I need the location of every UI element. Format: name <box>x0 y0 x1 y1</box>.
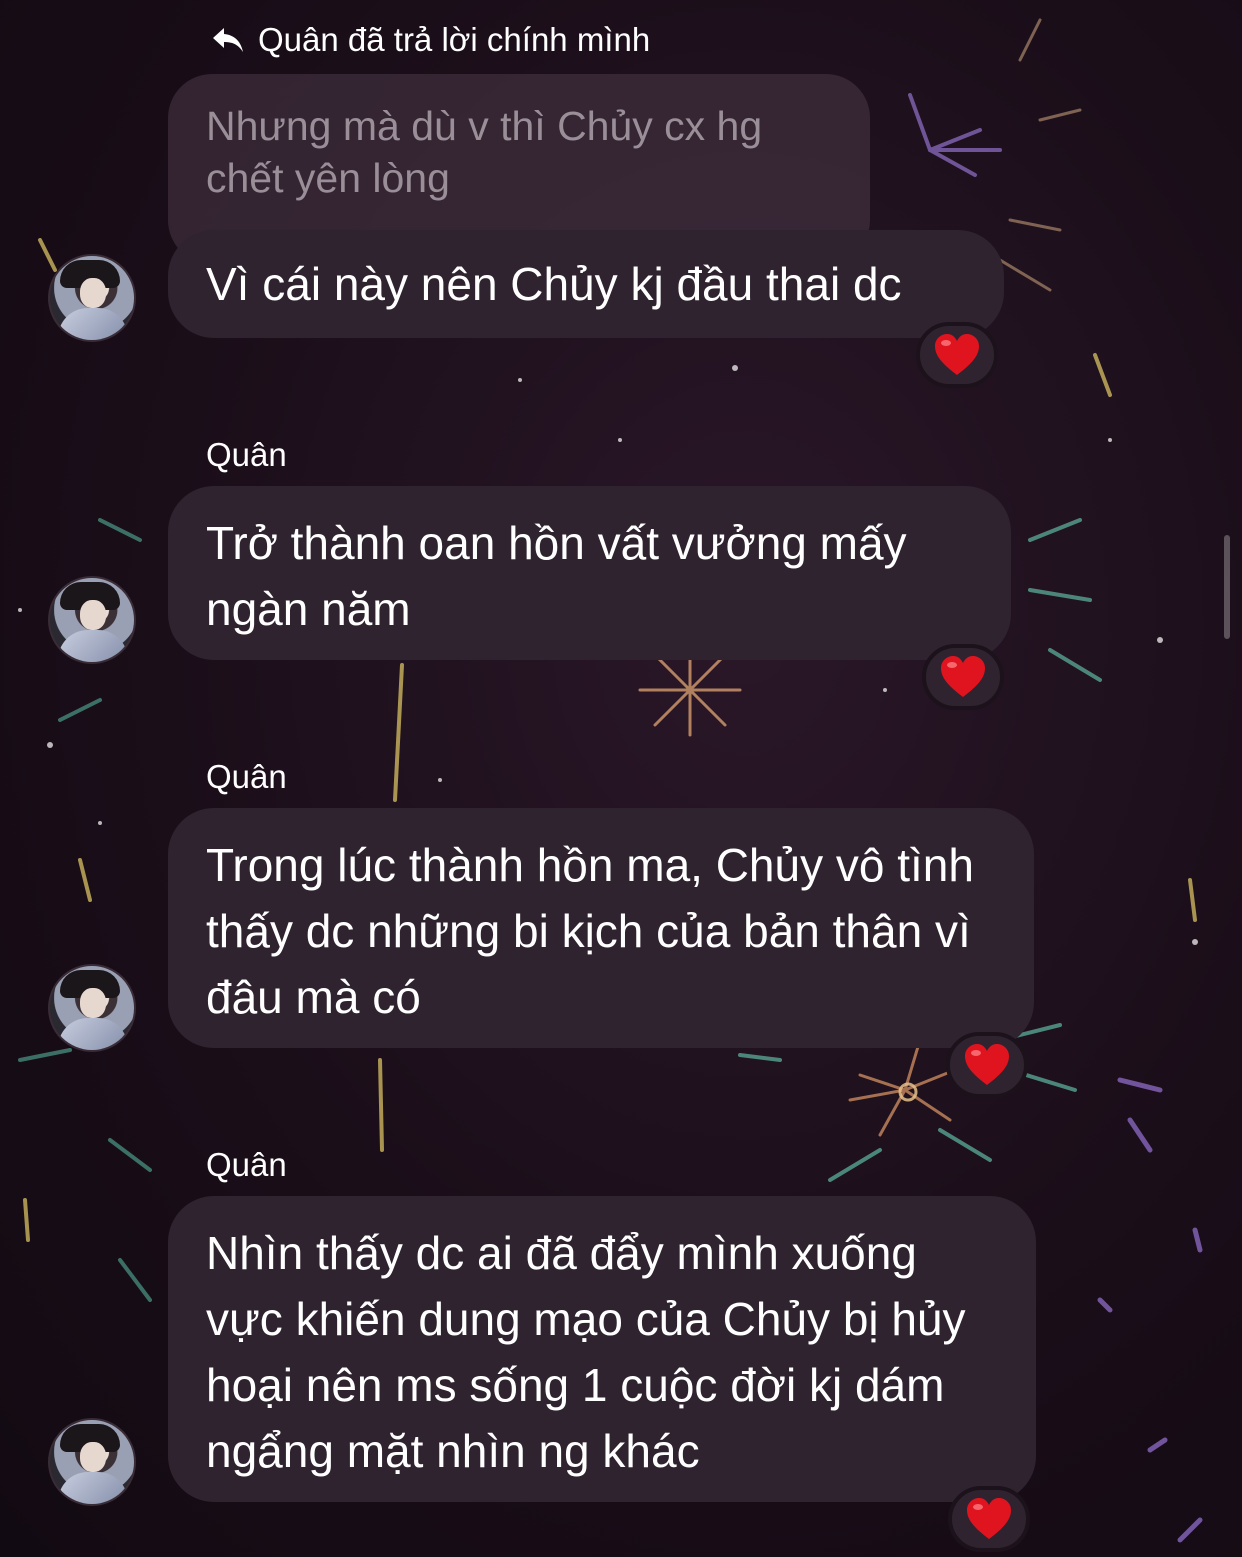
heart-icon <box>941 656 985 697</box>
message-bubble[interactable]: Trở thành oan hồn vất vưởng mấy ngàn năm <box>168 486 1011 660</box>
reaction-badge[interactable] <box>948 1486 1030 1552</box>
reply-arrow-icon <box>210 25 246 55</box>
sender-name: Quân <box>206 758 287 795</box>
heart-icon <box>967 1498 1011 1539</box>
message-text: Trong lúc thành hồn ma, Chủy vô tình thấ… <box>206 839 974 1023</box>
avatar[interactable] <box>48 576 136 664</box>
avatar[interactable] <box>48 254 136 342</box>
message-text: Vì cái này nên Chủy kj đầu thai dc <box>206 258 902 310</box>
message-bubble[interactable]: Nhìn thấy dc ai đã đẩy mình xuống vực kh… <box>168 1196 1036 1502</box>
reply-header-text: Quân đã trả lời chính mình <box>258 21 651 58</box>
message-bubble[interactable]: Trong lúc thành hồn ma, Chủy vô tình thấ… <box>168 808 1034 1048</box>
sender-name: Quân <box>206 436 287 473</box>
reaction-badge[interactable] <box>946 1032 1028 1098</box>
scrollbar[interactable] <box>1224 535 1230 639</box>
message-text: Trở thành oan hồn vất vưởng mấy ngàn năm <box>206 517 907 635</box>
heart-icon <box>965 1044 1009 1085</box>
avatar[interactable] <box>48 964 136 1052</box>
reaction-badge[interactable] <box>922 644 1004 710</box>
reply-header: Quân đã trả lời chính mình <box>210 18 650 62</box>
heart-icon <box>935 334 979 375</box>
reaction-badge[interactable] <box>916 322 998 388</box>
message-bubble[interactable]: Vì cái này nên Chủy kj đầu thai dc <box>168 230 1004 338</box>
avatar[interactable] <box>48 1418 136 1506</box>
sender-name: Quân <box>206 1146 287 1183</box>
message-text: Nhìn thấy dc ai đã đẩy mình xuống vực kh… <box>206 1227 966 1477</box>
